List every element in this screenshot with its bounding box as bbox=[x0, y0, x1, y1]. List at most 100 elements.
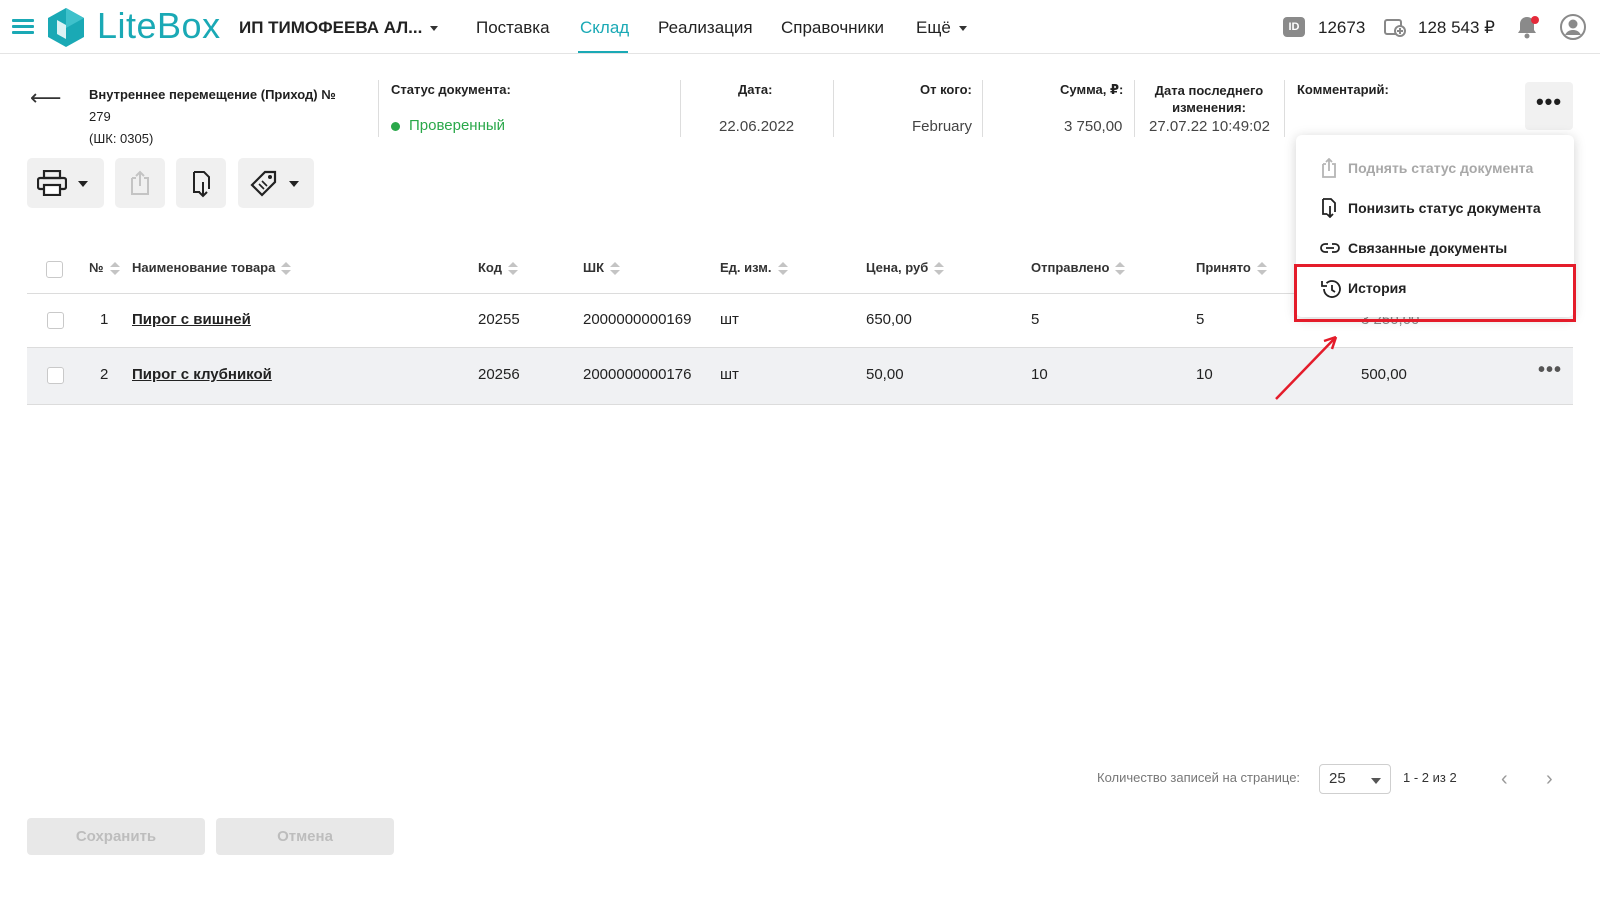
notification-dot bbox=[1531, 16, 1539, 24]
chevron-down-icon bbox=[78, 181, 88, 187]
document-type: Внутреннее перемещение (Приход) № bbox=[89, 87, 336, 102]
row-number: 2 bbox=[100, 366, 109, 383]
row-more-button[interactable]: ••• bbox=[1538, 359, 1562, 382]
document-title: Внутреннее перемещение (Приход) № 279 (Ш… bbox=[89, 84, 359, 150]
document-number: 279 bbox=[89, 109, 111, 124]
account-id: 12673 bbox=[1318, 18, 1366, 37]
nav-more-label: Ещё bbox=[916, 18, 951, 37]
from-label: От кого: bbox=[920, 82, 972, 97]
col-received[interactable]: Принято bbox=[1196, 260, 1267, 276]
chevron-down-icon bbox=[289, 181, 299, 187]
product-barcode: 2000000000176 bbox=[583, 366, 692, 383]
nav-supply[interactable]: Поставка bbox=[476, 18, 550, 38]
nav-more[interactable]: Ещё bbox=[916, 18, 967, 38]
col-barcode-label: ШК bbox=[583, 260, 604, 275]
date-label: Дата: bbox=[738, 82, 773, 97]
status-value: Проверенный bbox=[409, 117, 506, 134]
user-profile-icon[interactable] bbox=[1560, 14, 1586, 40]
nav-warehouse[interactable]: Склад bbox=[580, 18, 629, 38]
top-bar: LiteBox ИП ТИМОФЕЕВА АЛ... Поставка Скла… bbox=[0, 0, 1600, 54]
col-barcode[interactable]: ШК bbox=[583, 260, 620, 276]
import-button[interactable] bbox=[176, 158, 226, 208]
chevron-down-icon bbox=[430, 26, 439, 32]
menu-item-label: Поднять статус документа bbox=[1348, 160, 1534, 176]
col-received-label: Принято bbox=[1196, 260, 1251, 275]
menu-item-lower-status[interactable]: Понизить статус документа bbox=[1296, 188, 1574, 228]
save-button[interactable]: Сохранить bbox=[27, 818, 205, 855]
labels-button[interactable] bbox=[238, 158, 314, 208]
product-sent: 10 bbox=[1031, 366, 1048, 383]
page-range: 1 - 2 из 2 bbox=[1403, 770, 1457, 785]
nav-references[interactable]: Справочники bbox=[781, 18, 884, 38]
sum-label: Сумма, ₽: bbox=[1060, 82, 1124, 97]
status-indicator bbox=[391, 122, 400, 131]
nav-sales[interactable]: Реализация bbox=[658, 18, 753, 38]
menu-icon[interactable] bbox=[12, 19, 34, 35]
page-size-label: Количество записей на странице: bbox=[1097, 770, 1301, 785]
date-value: 22.06.2022 bbox=[719, 118, 795, 135]
product-unit: шт bbox=[720, 366, 739, 383]
col-price[interactable]: Цена, руб bbox=[866, 260, 945, 276]
product-sum: 500,00 bbox=[1361, 366, 1407, 383]
org-selector[interactable]: ИП ТИМОФЕЕВА АЛ... bbox=[239, 18, 439, 38]
chevron-down-icon bbox=[1371, 778, 1381, 784]
menu-item-label: Связанные документы bbox=[1348, 240, 1508, 256]
select-all-checkbox[interactable] bbox=[46, 261, 63, 278]
sort-icon bbox=[610, 261, 620, 276]
divider bbox=[680, 80, 681, 137]
export-button[interactable] bbox=[115, 158, 165, 208]
sort-icon bbox=[1256, 261, 1267, 276]
page-size-value: 25 bbox=[1329, 770, 1346, 787]
next-page-icon[interactable]: › bbox=[1546, 768, 1553, 791]
comment-label: Комментарий: bbox=[1297, 82, 1389, 97]
back-arrow-icon[interactable]: ⟵ bbox=[30, 85, 62, 111]
product-received: 10 bbox=[1196, 366, 1213, 383]
col-price-label: Цена, руб bbox=[866, 260, 929, 275]
balance-value[interactable]: 128 543 ₽ bbox=[1418, 18, 1495, 38]
chevron-down-icon bbox=[958, 26, 967, 32]
cancel-button[interactable]: Отмена bbox=[216, 818, 394, 855]
product-sent: 5 bbox=[1031, 311, 1040, 328]
product-price: 650,00 bbox=[866, 311, 912, 328]
sort-icon bbox=[1115, 261, 1126, 276]
litebox-logo-icon[interactable] bbox=[45, 6, 87, 48]
divider bbox=[1284, 80, 1285, 137]
org-name: ИП ТИМОФЕЕВА АЛ... bbox=[239, 18, 423, 37]
sort-icon bbox=[281, 261, 292, 276]
col-code[interactable]: Код bbox=[478, 260, 518, 276]
row-number: 1 bbox=[100, 311, 109, 328]
download-file-icon bbox=[193, 171, 210, 198]
product-code: 20255 bbox=[478, 311, 520, 328]
document-barcode: (ШК: 0305) bbox=[89, 131, 154, 146]
wallet-icon[interactable] bbox=[1384, 17, 1406, 37]
print-button[interactable] bbox=[27, 158, 104, 208]
col-unit-label: Ед. изм. bbox=[720, 260, 772, 275]
product-received: 5 bbox=[1196, 311, 1205, 328]
nav-active-indicator bbox=[578, 51, 628, 53]
product-name-link[interactable]: Пирог с клубникой bbox=[132, 366, 272, 383]
row-checkbox[interactable] bbox=[47, 367, 64, 384]
modified-value: 27.07.22 10:49:02 bbox=[1149, 118, 1270, 135]
col-name[interactable]: Наименование товара bbox=[132, 260, 292, 276]
page-size-select[interactable]: 25 bbox=[1319, 764, 1391, 794]
menu-item-raise-status[interactable]: Поднять статус документа bbox=[1296, 148, 1574, 188]
sort-icon bbox=[777, 261, 788, 276]
product-price: 50,00 bbox=[866, 366, 904, 383]
divider bbox=[982, 80, 983, 137]
menu-item-linked-documents[interactable]: Связанные документы bbox=[1296, 228, 1574, 268]
product-name-link[interactable]: Пирог с вишней bbox=[132, 311, 251, 328]
col-unit[interactable]: Ед. изм. bbox=[720, 260, 788, 276]
col-number[interactable]: № bbox=[89, 260, 120, 276]
row-checkbox[interactable] bbox=[47, 312, 64, 329]
sort-icon bbox=[507, 261, 518, 276]
upload-file-icon bbox=[131, 170, 149, 195]
price-tag-icon bbox=[250, 170, 277, 197]
annotation-arrow-icon bbox=[1275, 335, 1338, 400]
sort-icon bbox=[934, 261, 945, 276]
logo-text[interactable]: LiteBox bbox=[97, 5, 221, 47]
col-sent[interactable]: Отправлено bbox=[1031, 260, 1126, 276]
sort-icon bbox=[109, 261, 120, 276]
prev-page-icon[interactable]: ‹ bbox=[1501, 768, 1508, 791]
more-actions-button[interactable]: ••• bbox=[1525, 82, 1573, 130]
id-icon: ID bbox=[1283, 17, 1305, 37]
